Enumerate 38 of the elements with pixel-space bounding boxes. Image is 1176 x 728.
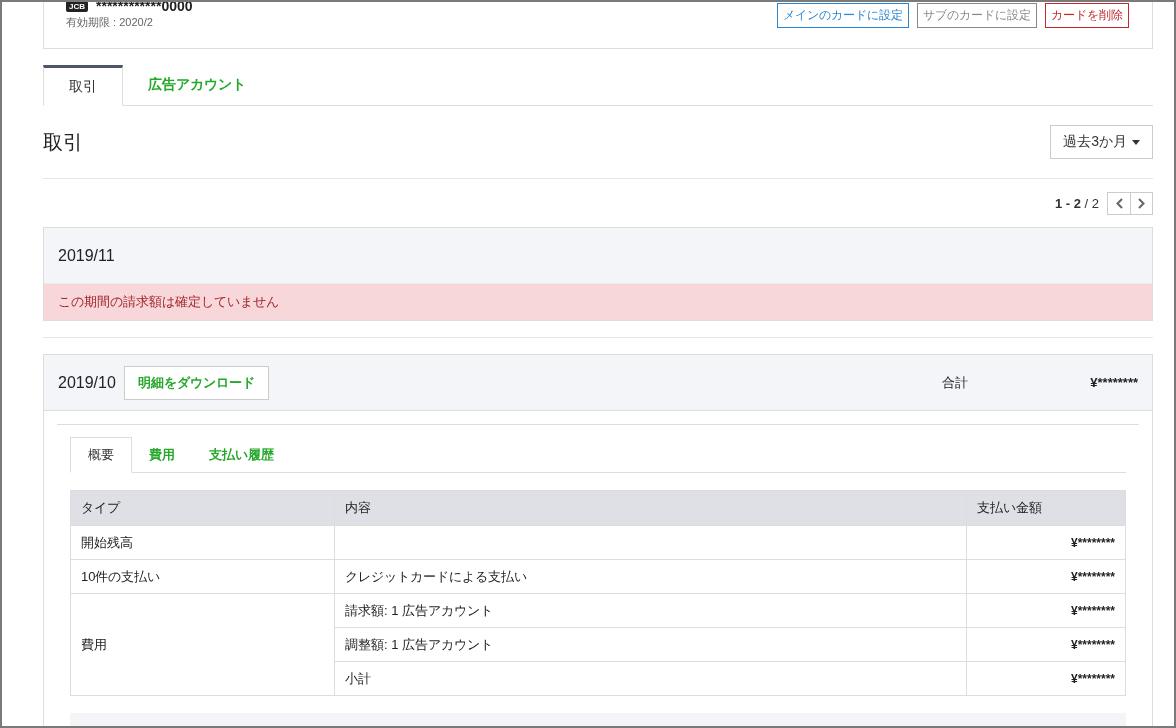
table-cell: 費用 <box>70 593 335 696</box>
card-brand-logo: JCB <box>66 2 88 12</box>
table-cell: 請求額: 1 広告アカウント <box>334 593 967 628</box>
card-expiry: 有効期限 : 2020/2 <box>66 15 154 30</box>
table-cell: 調整額: 1 広告アカウント <box>334 627 967 662</box>
period-dropdown[interactable]: 過去3か月 <box>1050 125 1153 159</box>
chevron-left-icon <box>1115 197 1123 209</box>
period-month: 2019/11 <box>58 246 115 265</box>
column-header: 支払い金額 <box>966 490 1126 526</box>
card-number: ************0000 <box>96 2 193 14</box>
table-cell: ¥******** <box>966 661 1126 696</box>
table-cell: 小計 <box>334 661 967 696</box>
download-button[interactable]: 明細をダウンロード <box>123 365 269 400</box>
tab[interactable]: 支払い履歴 <box>192 437 291 472</box>
alert-message: この期間の請求額は確定していません <box>44 283 1152 320</box>
table-cell: 10件の支払い <box>70 559 335 594</box>
table-cell: ¥******** <box>966 627 1126 662</box>
card-action-button[interactable]: サブのカードに設定 <box>917 3 1037 28</box>
table-cell: ¥******** <box>966 525 1126 560</box>
total-label: 合計 <box>942 373 970 392</box>
table-cell: ¥******** <box>966 593 1126 628</box>
tab[interactable]: 費用 <box>132 437 192 472</box>
card-action-button[interactable]: カードを削除 <box>1045 3 1129 28</box>
tab[interactable]: 広告アカウント <box>123 65 271 105</box>
card-action-button[interactable]: メインのカードに設定 <box>777 3 909 28</box>
tab[interactable]: 概要 <box>70 437 132 473</box>
period-month: 2019/10 <box>58 373 116 392</box>
total-amount: ¥******** <box>1090 375 1138 390</box>
page-range: 1 - 2 / 2 <box>1054 195 1099 211</box>
table-cell: ¥******** <box>966 559 1126 594</box>
section-heading: 取引 <box>43 129 83 155</box>
table-cell: 開始残高 <box>70 525 335 560</box>
chevron-right-icon <box>1138 197 1145 209</box>
tab[interactable]: 取引 <box>43 65 123 106</box>
column-header: 内容 <box>334 490 967 526</box>
column-header: タイプ <box>70 490 335 526</box>
table-cell: クレジットカードによる支払い <box>334 559 967 594</box>
caret-icon <box>1132 139 1140 145</box>
